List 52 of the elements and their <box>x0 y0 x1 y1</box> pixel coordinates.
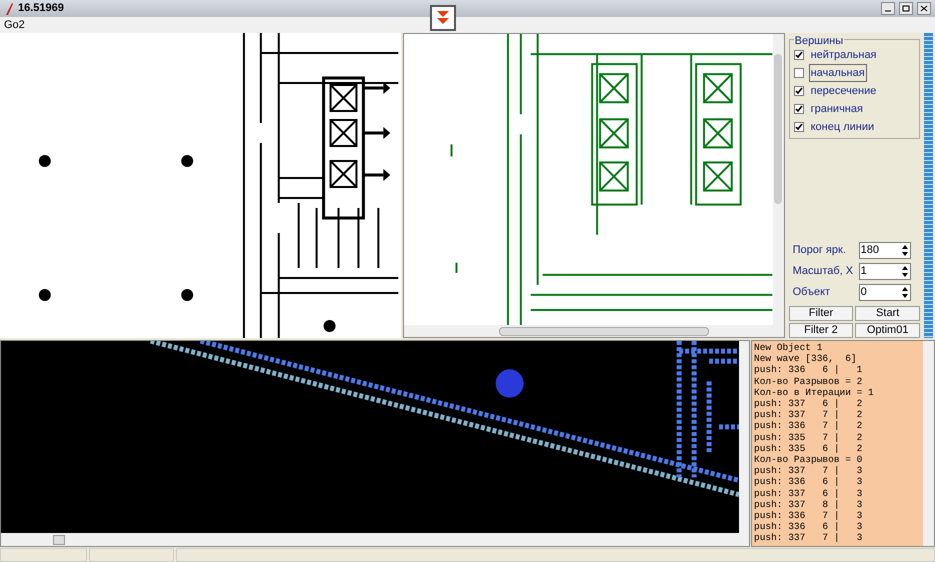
check-icon <box>794 123 803 131</box>
spin-field[interactable]: 1 <box>858 263 911 280</box>
log-line: push: 337 6 | 2 <box>754 398 864 410</box>
log-line: Кол-во Разрывов = 0 <box>754 454 864 466</box>
maximize-icon[interactable] <box>899 2 913 15</box>
log-line: push: 337 7 | 3 <box>754 465 864 476</box>
window-title: 16.51969 <box>18 1 64 16</box>
log-line: push: 336 6 | 3 <box>754 521 864 532</box>
log-line: push: 335 6 | 2 <box>754 442 864 454</box>
field-label: Объект <box>792 285 832 300</box>
log-line: push: 337 6 | 3 <box>754 488 864 499</box>
action-button[interactable]: Start <box>855 306 920 321</box>
spin-field[interactable]: 180 <box>858 242 911 259</box>
group-title: Вершины <box>794 33 844 50</box>
action-button[interactable]: Filter <box>788 306 854 321</box>
log-line: push: 336 7 | 2 <box>754 420 864 432</box>
vertex-checkbox[interactable]: пересечение <box>794 82 916 100</box>
collapse-button[interactable] <box>430 5 456 31</box>
spin-arrows-icon <box>900 285 910 300</box>
check-icon <box>794 105 803 113</box>
field-label: Порог ярк. <box>792 243 847 258</box>
log-line: Кол-во в Итерации = 1 <box>754 386 875 398</box>
log-line: New Object 1 <box>754 342 824 354</box>
log-line: New wave [336, 6] <box>754 353 858 364</box>
menu-item[interactable]: Go2 <box>4 16 25 34</box>
horizontal-scrollbar[interactable] <box>1 533 749 546</box>
check-icon <box>794 87 803 95</box>
log-line: push: 336 6 | 3 <box>754 476 864 488</box>
log-line: Кол-во Разрывов = 2 <box>754 376 864 387</box>
vertical-scrollbar[interactable] <box>739 341 749 533</box>
log-line: push: 337 8 | 3 <box>754 498 864 510</box>
app-logo-icon <box>4 2 14 14</box>
close-icon[interactable] <box>917 2 931 15</box>
action-button[interactable]: Optim01 <box>855 323 920 338</box>
vertex-checkbox[interactable]: конец линии <box>794 118 916 136</box>
log-line: push: 337 7 | 2 <box>754 409 864 420</box>
double-arrow-icon <box>436 10 450 26</box>
spin-arrows-icon <box>900 264 910 279</box>
log-line: push: 336 7 | 3 <box>754 510 864 522</box>
check-icon <box>794 51 803 59</box>
vertical-scrollbar[interactable] <box>772 34 784 325</box>
vertical-scrollbar[interactable] <box>923 341 934 546</box>
spin-field[interactable]: 0 <box>858 284 911 301</box>
minimize-icon[interactable] <box>881 2 895 15</box>
log-line: push: 335 7 | 2 <box>754 432 864 443</box>
field-label: Масштаб, X <box>792 264 854 280</box>
vertex-checkbox[interactable]: граничная <box>794 100 916 118</box>
log-line: push: 337 7 | 3 <box>754 532 864 544</box>
log-line: push: 336 6 | 1 <box>754 364 864 376</box>
spin-arrows-icon <box>900 243 910 258</box>
action-button[interactable]: Filter 2 <box>788 323 854 338</box>
horizontal-scrollbar[interactable] <box>404 325 784 337</box>
